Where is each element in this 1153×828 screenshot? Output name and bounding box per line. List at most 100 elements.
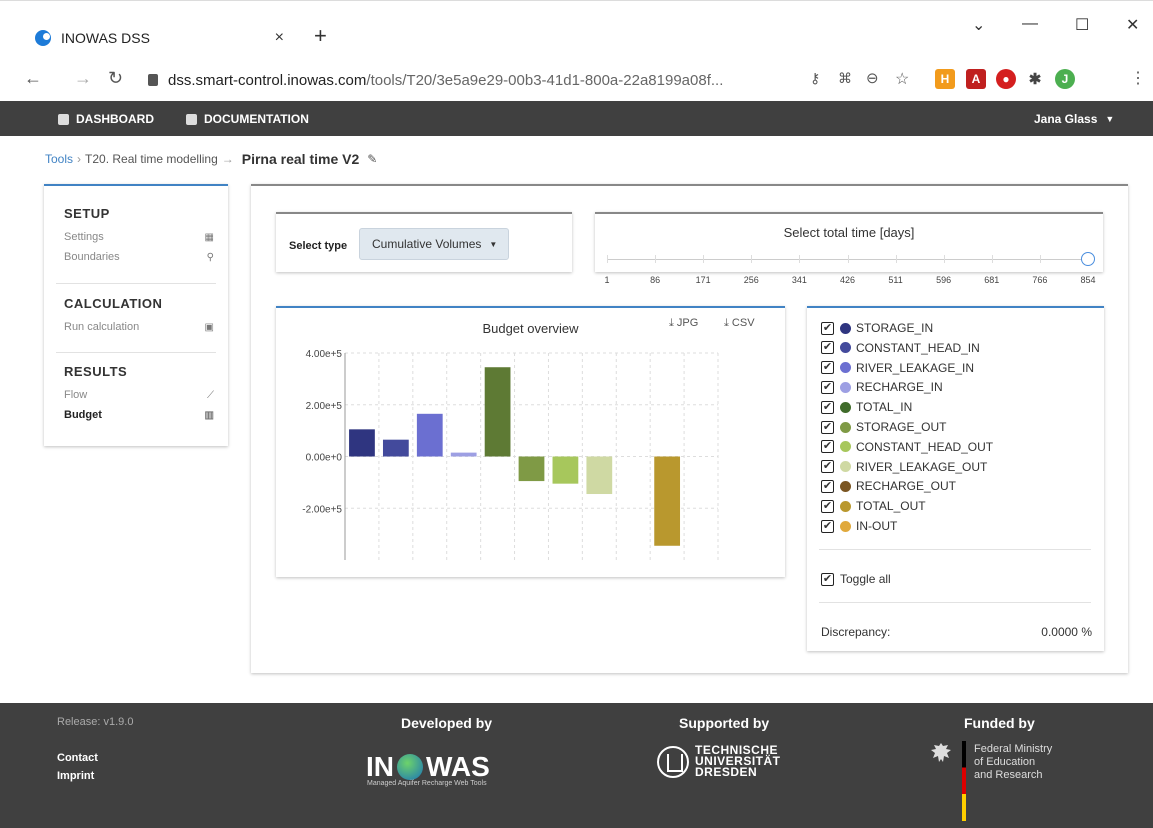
sidebar-item-settings[interactable]: Settings ▦	[64, 227, 214, 247]
legend-color-dot	[840, 381, 851, 393]
bar-recharge-in	[450, 452, 477, 457]
bmbf-logo[interactable]: Federal Ministry of Education and Resear…	[930, 741, 1052, 821]
bar-river-leakage-in	[416, 413, 443, 457]
time-slider-tick-mark	[943, 255, 945, 263]
zoom-icon[interactable]: ⊖	[866, 69, 879, 87]
legend-item[interactable]: ✔ RIVER_LEAKAGE_OUT	[821, 458, 987, 476]
new-tab-button[interactable]: +	[314, 25, 327, 47]
key-icon[interactable]: ⚷	[810, 70, 820, 87]
sidebar-item-budget[interactable]: Budget ▥	[64, 405, 214, 425]
checkbox-checked-icon: ✔	[821, 499, 834, 513]
sidebar-item-run-calculation[interactable]: Run calculation ▣	[64, 317, 214, 337]
bar-total-out	[654, 456, 681, 546]
caret-down-icon: ▼	[1105, 114, 1115, 124]
time-slider-tick-mark	[895, 255, 897, 263]
sidebar-results-section: RESULTS Flow ⟋ Budget ▥	[64, 364, 214, 425]
extensions-puzzle-icon[interactable]: ✱	[1025, 69, 1045, 89]
url-field[interactable]: dss.smart-control.inowas.com/tools/T20/3…	[148, 66, 723, 94]
select-type-label: Select type	[289, 240, 348, 252]
bar-river-leakage-out	[586, 456, 613, 495]
legend-item[interactable]: ✔ RECHARGE_IN	[821, 378, 943, 396]
toggle-all-checkbox[interactable]: ✔ Toggle all	[821, 570, 891, 588]
sidebar-setup-section: SETUP Settings ▦ Boundaries ⚲	[64, 206, 214, 267]
sidebar-calculation-title: CALCULATION	[64, 296, 163, 311]
map-icon: ▦	[204, 231, 214, 243]
inowas-logo[interactable]: IN WAS	[366, 751, 490, 783]
legend-divider	[819, 602, 1091, 603]
breadcrumb-t20[interactable]: T20. Real time modelling	[85, 152, 218, 166]
sidebar-setup-title: SETUP	[64, 206, 110, 221]
legend-item[interactable]: ✔ IN-OUT	[821, 517, 897, 535]
forward-icon[interactable]: →	[74, 68, 92, 89]
close-window-icon[interactable]: ✕	[1126, 15, 1139, 35]
legend-item[interactable]: ✔ RECHARGE_OUT	[821, 477, 956, 495]
checkbox-checked-icon: ✔	[821, 572, 834, 586]
legend-color-dot	[840, 421, 851, 433]
bar-storage-out	[518, 456, 545, 482]
legend-item[interactable]: ✔ STORAGE_OUT	[821, 418, 946, 436]
browser-tab[interactable]: INOWAS DSS ×	[20, 15, 298, 61]
time-slider-rail[interactable]	[607, 259, 1083, 260]
breadcrumb-current: Pirna real time V2	[241, 151, 360, 167]
sidebar-item-boundaries[interactable]: Boundaries ⚲	[64, 247, 214, 267]
bar-total-in	[484, 367, 511, 457]
time-slider-tick-label: 854	[1080, 275, 1096, 285]
extension-pdf-icon[interactable]: A	[966, 69, 986, 89]
nav-dashboard[interactable]: DASHBOARD	[58, 112, 154, 126]
time-slider-tick-mark	[655, 255, 657, 263]
legend-item[interactable]: ✔ STORAGE_IN	[821, 319, 933, 337]
discrepancy-label: Discrepancy:	[821, 625, 891, 639]
legend-color-dot	[840, 480, 851, 492]
tab-close-icon[interactable]: ×	[275, 29, 284, 47]
bar-storage-in	[349, 429, 375, 457]
legend-color-dot	[840, 342, 851, 354]
legend-item-label: TOTAL_IN	[856, 400, 913, 415]
tab-title: INOWAS DSS	[61, 30, 150, 46]
edit-pencil-icon[interactable]: ✎	[367, 152, 377, 166]
select-type-dropdown[interactable]: Cumulative Volumes ▼	[359, 228, 509, 260]
bookmark-star-icon[interactable]: ☆	[895, 69, 909, 89]
profile-avatar[interactable]: J	[1055, 69, 1075, 89]
extension-h-icon[interactable]: H	[935, 69, 955, 89]
tud-line-3: DRESDEN	[695, 765, 758, 779]
back-icon[interactable]: ←	[24, 68, 42, 89]
extension-adblock-icon[interactable]: ●	[996, 69, 1016, 89]
sidebar-item-flow-label: Flow	[64, 389, 88, 401]
breadcrumb-tools[interactable]: Tools	[45, 152, 73, 166]
legend-item-label: STORAGE_OUT	[856, 420, 947, 434]
checkbox-checked-icon: ✔	[821, 460, 834, 474]
browser-chrome: INOWAS DSS × + ⌄ — ☐ ✕ ← → ↻ dss.smart-c…	[0, 0, 1153, 101]
inowas-logo-right: WAS	[426, 751, 490, 782]
legend-item[interactable]: ✔ CONSTANT_HEAD_OUT	[821, 438, 993, 456]
legend-color-dot	[840, 322, 851, 334]
legend-item-label: CONSTANT_HEAD_OUT	[856, 439, 994, 454]
sidebar-calculation-section: CALCULATION Run calculation ▣	[64, 296, 214, 337]
inowas-logo-left: IN	[366, 751, 394, 782]
imprint-link[interactable]: Imprint	[57, 770, 94, 782]
reload-icon[interactable]: ↻	[108, 68, 123, 89]
tu-dresden-logo[interactable]: TECHNISCHE UNIVERSITÄT DRESDEN	[657, 744, 781, 779]
tab-search-icon[interactable]: ⌄	[972, 15, 985, 35]
translate-icon[interactable]: ⌘	[838, 70, 852, 87]
menu-dots-icon[interactable]: ⋮	[1130, 68, 1146, 88]
contact-link[interactable]: Contact	[57, 752, 98, 764]
legend-item[interactable]: ✔ TOTAL_IN	[821, 398, 912, 416]
legend-item[interactable]: ✔ RIVER_LEAKAGE_IN	[821, 359, 974, 377]
checkbox-checked-icon: ✔	[821, 420, 834, 434]
file-icon	[186, 113, 197, 125]
legend-item-label: RIVER_LEAKAGE_OUT	[856, 459, 988, 474]
breadcrumb: Tools › T20. Real time modelling → Pirna…	[45, 151, 377, 167]
german-flag-bar	[962, 741, 966, 821]
globe-icon	[397, 754, 423, 780]
user-menu[interactable]: Jana Glass ▼	[1034, 112, 1114, 126]
checkbox-checked-icon: ✔	[821, 479, 834, 493]
legend-item[interactable]: ✔ TOTAL_OUT	[821, 497, 926, 515]
minimize-icon[interactable]: —	[1022, 15, 1038, 33]
select-type-value: Cumulative Volumes	[372, 237, 482, 251]
legend-item[interactable]: ✔ CONSTANT_HEAD_IN	[821, 339, 980, 357]
sidebar-item-flow[interactable]: Flow ⟋	[64, 385, 214, 405]
url-path: /tools/T20/3e5a9e29-00b3-41d1-800a-22a81…	[366, 71, 724, 89]
nav-documentation[interactable]: DOCUMENTATION	[186, 112, 309, 126]
maximize-icon[interactable]: ☐	[1075, 15, 1089, 35]
time-slider-handle[interactable]	[1081, 252, 1095, 266]
